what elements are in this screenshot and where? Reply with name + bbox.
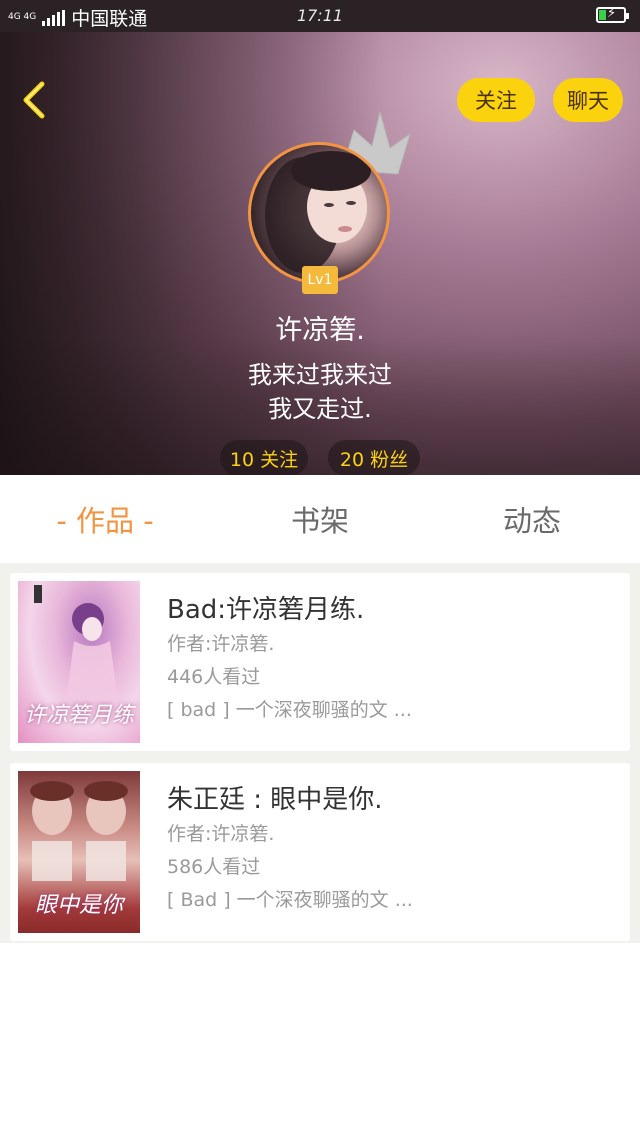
cover-title: 许凉箬月练	[23, 703, 134, 728]
book-cover: 眼中是你	[18, 771, 140, 933]
profile-header: 关注 聊天 Lv1 许凉箬. 我来过我来过 我又走过. 10 关注 20 粉丝	[0, 32, 640, 475]
book-views: 586人看过	[167, 856, 261, 878]
book-author: 作者:许凉箬.	[167, 823, 275, 845]
list-item[interactable]: 许凉箬月练 Bad:许凉箬月练. 作者:许凉箬. 446人看过 [ bad ] …	[10, 573, 630, 751]
book-author: 作者:许凉箬.	[167, 633, 275, 655]
cover-title: 眼中是你	[34, 893, 123, 918]
book-title: 朱正廷 : 眼中是你.	[167, 785, 383, 815]
profile-tabs: - 作品 - 书架 动态	[0, 475, 640, 563]
list-item[interactable]: 眼中是你 朱正廷 : 眼中是你. 作者:许凉箬. 586人看过 [ Bad ] …	[10, 763, 630, 941]
level-badge: Lv1	[302, 266, 338, 294]
fans-count[interactable]: 20 粉丝	[328, 440, 420, 475]
follow-button[interactable]: 关注	[457, 78, 535, 122]
battery-icon: ⚡	[596, 6, 629, 23]
bio: 我来过我来过 我又走过.	[0, 358, 640, 426]
works-list: 许凉箬月练 Bad:许凉箬月练. 作者:许凉箬. 446人看过 [ bad ] …	[0, 563, 640, 943]
book-info: Bad:许凉箬月练. 作者:许凉箬. 446人看过 [ bad ] 一个深夜聊骚…	[167, 589, 607, 728]
book-views: 446人看过	[167, 666, 261, 688]
status-bar: 4G 4G 中国联通 17:11 ⚡	[0, 0, 640, 32]
tab-works[interactable]: - 作品 -	[30, 475, 180, 563]
bio-line-2: 我又走过.	[268, 395, 372, 423]
book-cover: 许凉箬月练	[18, 581, 140, 743]
following-count[interactable]: 10 关注	[220, 440, 308, 475]
avatar[interactable]	[248, 142, 390, 284]
book-info: 朱正廷 : 眼中是你. 作者:许凉箬. 586人看过 [ Bad ] 一个深夜聊…	[167, 779, 607, 918]
book-description: [ Bad ] 一个深夜聊骚的文 ...	[167, 889, 413, 911]
username: 许凉箬.	[275, 315, 365, 346]
book-description: [ bad ] 一个深夜聊骚的文 ...	[167, 699, 412, 721]
bio-line-1: 我来过我来过	[248, 361, 392, 389]
back-icon[interactable]	[14, 78, 58, 122]
tab-bookshelf[interactable]: 书架	[250, 475, 390, 563]
tab-feed[interactable]: 动态	[462, 475, 602, 563]
book-title: Bad:许凉箬月练.	[167, 595, 365, 625]
clock: 17:11	[296, 6, 344, 25]
chat-button[interactable]: 聊天	[553, 78, 623, 122]
